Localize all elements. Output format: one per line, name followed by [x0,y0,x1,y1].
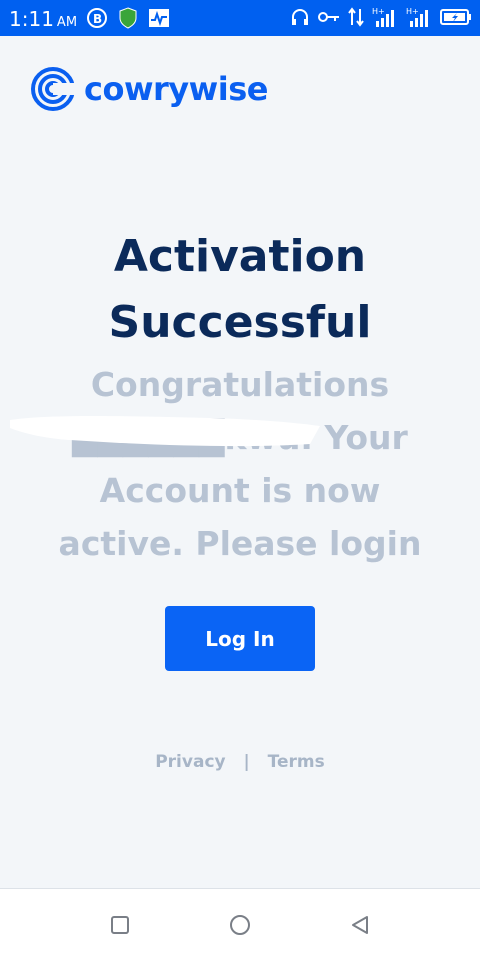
login-button[interactable]: Log In [165,606,315,671]
headphones-icon [292,9,308,25]
recents-square-icon[interactable] [108,913,132,937]
title-line-1: Activation [113,231,367,282]
footer-separator: | [243,752,250,772]
cowrywise-logo-icon [31,67,76,111]
svg-text:H+: H+ [372,7,385,16]
key-icon [318,12,339,22]
svg-text:B: B [93,12,102,26]
data-arrows-icon [348,7,364,27]
system-nav-bar [0,888,480,961]
activity-icon [149,9,169,27]
privacy-link[interactable]: Privacy [155,752,225,772]
shield-icon [119,7,137,29]
status-bar: 1:11 AM B H+ H+ [0,0,480,36]
page-title: Activation Successful [0,224,480,356]
status-time: 1:11 AM [9,7,77,31]
title-line-2: Successful [108,297,372,348]
svg-text:H+: H+ [406,7,419,16]
ampm-text: AM [56,15,78,30]
back-triangle-icon[interactable] [348,913,372,937]
brand-logo: cowrywise [30,66,268,112]
activation-message: Congratulations ██████kwu. Your Account … [58,365,422,563]
redaction-overlay [10,416,320,447]
footer-links: Privacy | Terms [0,752,480,772]
signal-icon: H+ [406,7,428,27]
signal-icon: H+ [372,7,394,27]
home-circle-icon[interactable] [228,913,252,937]
bitcoin-icon: B [87,8,107,28]
terms-link[interactable]: Terms [268,752,325,772]
brand-name: cowrywise [84,70,268,108]
time-text: 1:11 [9,7,54,31]
battery-icon [440,9,471,25]
